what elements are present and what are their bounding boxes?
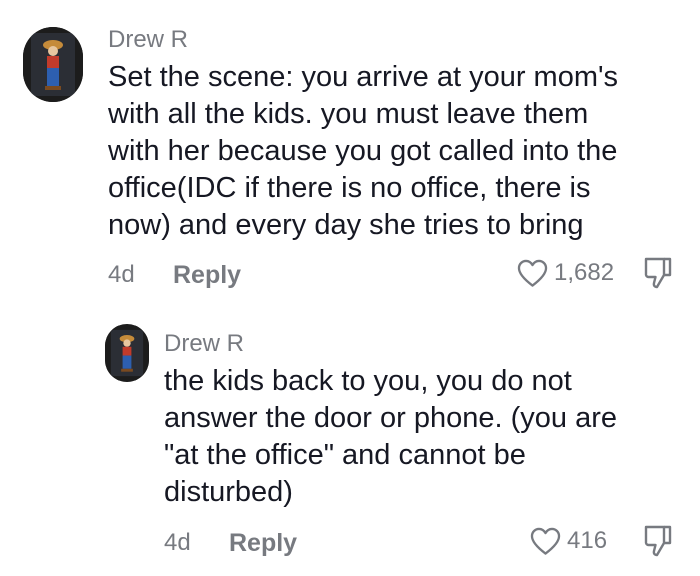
thumbs-down-icon[interactable]: [643, 256, 673, 290]
thumbs-down-icon[interactable]: [643, 524, 673, 558]
comment-text: the kids back to you, you do not answer …: [164, 363, 694, 511]
like-count: 1,682: [554, 259, 615, 286]
comment-line: answer the door or phone. (you are: [164, 402, 617, 434]
username[interactable]: Drew R: [108, 26, 188, 54]
username[interactable]: Drew R: [164, 330, 244, 358]
comment-line: disturbed): [164, 476, 293, 508]
comment-line: Set the scene: you arrive at your mom's: [108, 61, 619, 93]
like-count: 416: [567, 527, 608, 554]
comment-line: now) and every day she tries to bring: [108, 209, 584, 241]
avatar-image: [23, 27, 83, 102]
comment-top: Drew R Set the scene: you arrive at your…: [0, 0, 700, 300]
heart-outline-icon: [530, 527, 561, 555]
reply-button[interactable]: Reply: [229, 529, 297, 557]
comment-line: with her because you got called into the: [108, 135, 618, 167]
comment-line: with all the kids. you must leave them: [108, 98, 589, 130]
avatar-image: [105, 325, 149, 381]
avatar[interactable]: [105, 324, 149, 382]
heart-outline-icon: [517, 259, 548, 287]
comment-line: the kids back to you, you do not: [164, 365, 572, 397]
comment-reply: Drew R the kids back to you, you do not …: [0, 300, 700, 576]
comment-timestamp: 4d: [164, 529, 191, 556]
comment-timestamp: 4d: [108, 261, 135, 288]
comment-line: office(IDC if there is no office, there …: [108, 172, 591, 204]
reply-button[interactable]: Reply: [173, 261, 241, 289]
avatar[interactable]: [23, 27, 83, 102]
comment-text: Set the scene: you arrive at your mom's …: [108, 59, 693, 244]
comment-line: "at the office" and cannot be: [164, 439, 526, 471]
like-button[interactable]: 416: [530, 526, 607, 556]
like-button[interactable]: 1,682: [517, 258, 614, 288]
